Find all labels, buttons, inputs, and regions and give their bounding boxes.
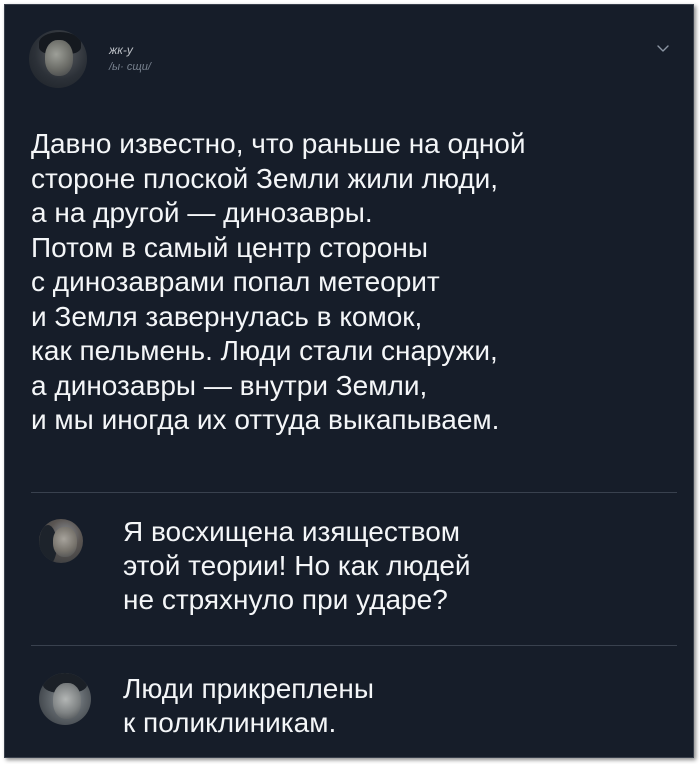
chevron-down-icon[interactable] <box>657 43 669 55</box>
author-name[interactable]: жк-у <box>109 42 151 59</box>
avatar-face <box>53 683 81 719</box>
reply-text: Люди прикреплены к поликлиникам. <box>123 673 374 738</box>
reply-text: Я восхищена изяществом этой теории! Но к… <box>123 516 471 615</box>
divider <box>31 645 677 646</box>
author-handle[interactable]: /ы· сщи/ <box>109 59 151 76</box>
author-avatar[interactable] <box>29 30 87 88</box>
reply-avatar[interactable] <box>39 519 83 563</box>
tweet-text: Давно известно, что раньше на одной стор… <box>31 128 526 435</box>
divider <box>31 492 677 493</box>
avatar-face <box>45 40 73 76</box>
author-info[interactable]: жк-у /ы· сщи/ <box>109 42 151 76</box>
reply-avatar[interactable] <box>39 673 91 725</box>
avatar-face <box>53 527 77 557</box>
tweet-screenshot: жк-у /ы· сщи/ Давно известно, что раньше… <box>4 4 694 758</box>
